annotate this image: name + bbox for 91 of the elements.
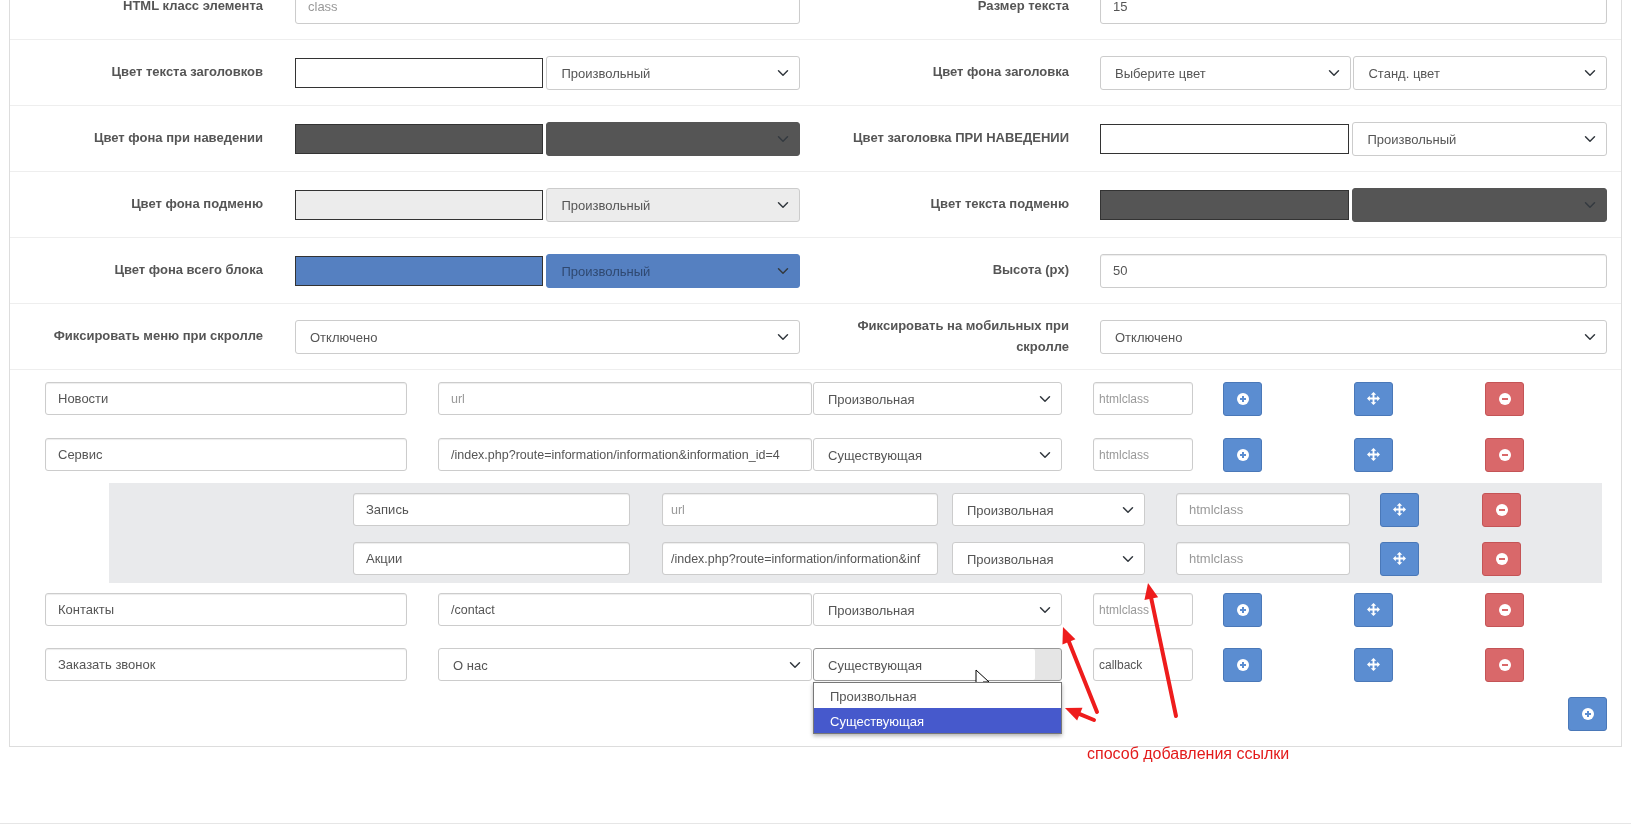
move-button[interactable] <box>1354 647 1393 682</box>
url-field[interactable]: /index.php?route=information/information&inf <box>662 542 938 575</box>
plus-circle-icon <box>1236 448 1249 461</box>
dropdown[interactable]: Отключено <box>1100 319 1607 354</box>
move-button[interactable] <box>1380 541 1419 576</box>
dropdown[interactable]: Выберите цвет <box>1100 55 1352 90</box>
field-label: Цвет заголовка ПРИ НАВЕДЕНИИ <box>852 129 1069 148</box>
name-field[interactable]: Сервис <box>45 438 407 471</box>
minus-circle-icon <box>1498 603 1511 616</box>
html-class-field[interactable]: htmlclass <box>1176 493 1350 526</box>
color-swatch[interactable] <box>1100 189 1350 220</box>
remove-button[interactable] <box>1485 647 1524 682</box>
color-dropdown[interactable]: Произвольный <box>546 55 800 90</box>
remove-button[interactable] <box>1485 437 1524 472</box>
link-type-dropdown[interactable]: Произвольная <box>952 493 1145 526</box>
four-way-arrows-icon <box>1367 392 1380 405</box>
remove-button[interactable] <box>1485 381 1524 416</box>
url-field[interactable]: /contact <box>438 593 812 626</box>
move-button[interactable] <box>1354 381 1393 416</box>
move-button[interactable] <box>1354 437 1393 472</box>
plus-circle-icon <box>1236 392 1249 405</box>
text-field[interactable]: 50 <box>1100 253 1607 288</box>
color-swatch[interactable] <box>295 255 544 286</box>
four-way-arrows-icon <box>1367 603 1380 616</box>
field-label: Фиксировать на мобильных при скролле <box>856 316 1069 356</box>
annotation-text: способ добавления ссылки <box>1087 744 1290 764</box>
dropdown[interactable]: Станд. цвет <box>1353 55 1607 90</box>
link-type-dropdown[interactable]: Произвольная <box>813 382 1062 415</box>
add-button[interactable] <box>1223 437 1262 472</box>
html-class-field[interactable]: callback <box>1093 648 1193 681</box>
field-label: Высота (px) <box>991 261 1069 280</box>
four-way-arrows-icon <box>1393 552 1406 565</box>
color-dropdown[interactable] <box>1352 187 1607 222</box>
minus-circle-icon <box>1498 448 1511 461</box>
move-button[interactable] <box>1354 592 1393 627</box>
html-class-field[interactable]: htmlclass <box>1093 593 1193 626</box>
color-dropdown[interactable]: Произвольный <box>546 187 800 222</box>
name-field[interactable]: Заказать звонок <box>45 648 407 681</box>
minus-circle-icon <box>1495 503 1508 516</box>
color-dropdown[interactable] <box>546 121 800 156</box>
add-button[interactable] <box>1223 592 1262 627</box>
text-field[interactable]: class <box>295 0 800 24</box>
field-label: Цвет текста заголовков <box>110 63 263 82</box>
link-type-dropdown[interactable]: Существующая <box>813 438 1062 471</box>
move-button[interactable] <box>1380 492 1419 527</box>
field-label: Цвет фона всего блока <box>113 261 263 280</box>
field-label: Размер текста <box>976 0 1069 16</box>
field-label: Цвет фона при наведении <box>92 129 263 148</box>
remove-button[interactable] <box>1485 592 1524 627</box>
html-class-field[interactable]: htmlclass <box>1176 542 1350 575</box>
page-dropdown[interactable]: О нас <box>438 648 812 681</box>
add-button[interactable] <box>1223 381 1262 416</box>
color-swatch[interactable] <box>1100 123 1350 154</box>
url-field[interactable]: url <box>438 382 812 415</box>
field-label: Цвет фона заголовка <box>931 63 1069 82</box>
dropdown-option[interactable]: Произвольная <box>814 683 1061 708</box>
link-type-dropdown[interactable]: Существующая <box>813 648 1062 681</box>
add-button[interactable] <box>1568 697 1607 731</box>
color-swatch[interactable] <box>295 123 544 154</box>
name-field[interactable]: Акции <box>353 542 630 575</box>
plus-circle-icon <box>1581 708 1594 720</box>
plus-circle-icon <box>1236 658 1249 671</box>
four-way-arrows-icon <box>1367 658 1380 671</box>
field-label: Цвет текста подменю <box>929 195 1069 214</box>
field-label: Фиксировать меню при скролле <box>52 327 263 346</box>
link-type-dropdown[interactable]: Произвольная <box>813 593 1062 626</box>
minus-circle-icon <box>1498 392 1511 405</box>
name-field[interactable]: Новости <box>45 382 407 415</box>
remove-button[interactable] <box>1482 492 1521 527</box>
field-label: HTML класс элемента <box>122 0 263 16</box>
url-field[interactable]: /index.php?route=information/information&information_id=4 <box>438 438 812 471</box>
color-swatch[interactable] <box>295 189 544 220</box>
url-field[interactable]: url <box>662 493 938 526</box>
link-type-dropdown[interactable]: Произвольная <box>952 542 1145 575</box>
minus-circle-icon <box>1495 552 1508 565</box>
remove-button[interactable] <box>1482 541 1521 576</box>
text-field[interactable]: 15 <box>1100 0 1607 24</box>
dropdown[interactable]: Отключено <box>295 319 800 354</box>
html-class-field[interactable]: htmlclass <box>1093 382 1193 415</box>
field-label: Цвет фона подменю <box>130 195 263 214</box>
four-way-arrows-icon <box>1367 448 1380 461</box>
plus-circle-icon <box>1236 603 1249 616</box>
color-dropdown[interactable]: Произвольный <box>1352 121 1607 156</box>
minus-circle-icon <box>1498 658 1511 671</box>
dropdown-option[interactable]: Существующая <box>814 708 1061 733</box>
add-button[interactable] <box>1223 647 1262 682</box>
html-class-field[interactable]: htmlclass <box>1093 438 1193 471</box>
color-swatch[interactable] <box>295 57 544 88</box>
four-way-arrows-icon <box>1393 503 1406 516</box>
name-field[interactable]: Контакты <box>45 593 407 626</box>
name-field[interactable]: Запись <box>353 493 630 526</box>
